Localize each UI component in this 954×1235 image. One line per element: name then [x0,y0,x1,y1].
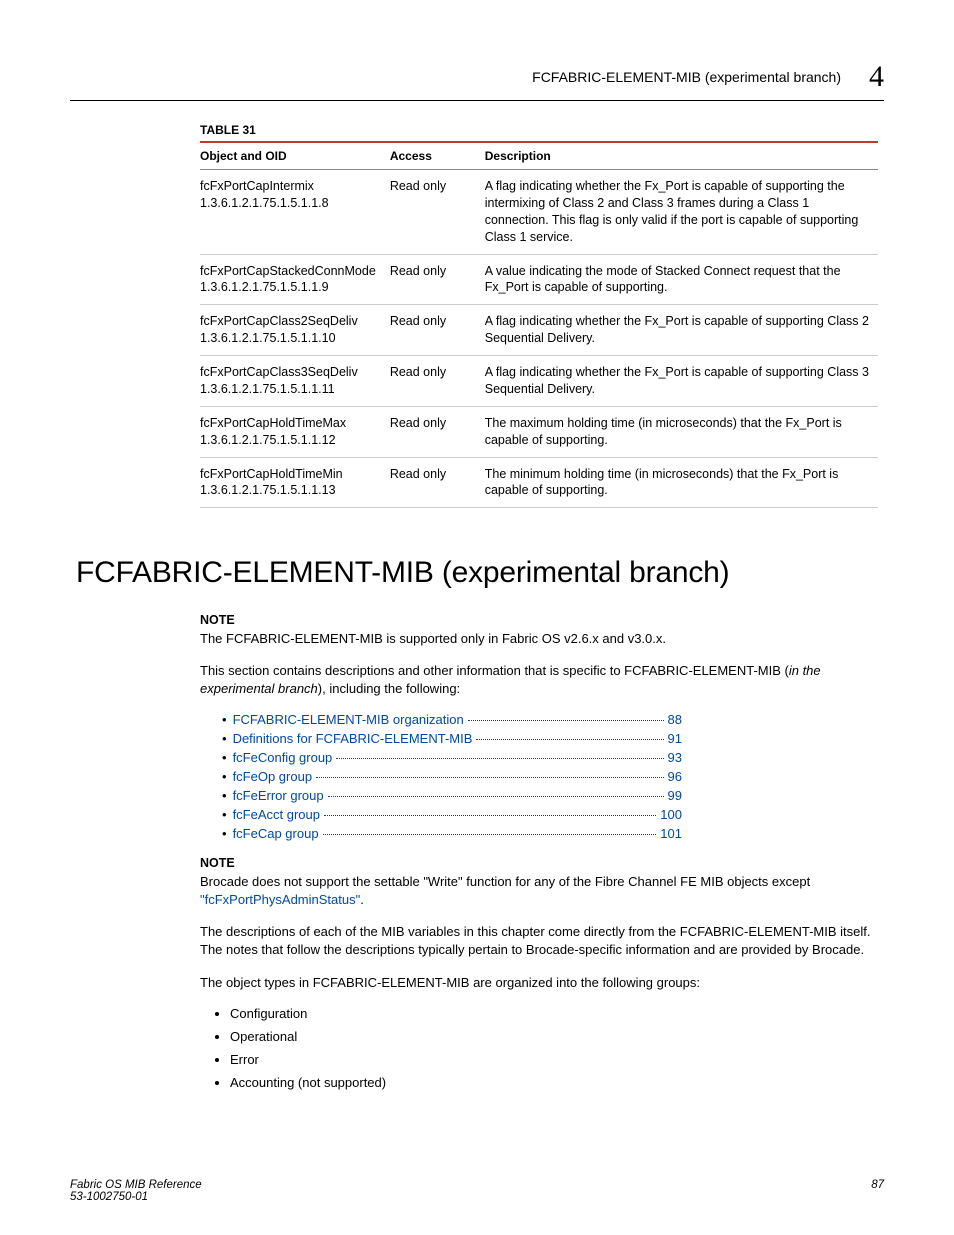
cell-description: A flag indicating whether the Fx_Port is… [485,305,878,356]
col-header-object: Object and OID [200,142,390,170]
toc-item: • fcFeConfig group 93 [222,750,682,765]
bullet: • [222,807,227,822]
list-item: Error [230,1052,878,1067]
toc-dots [328,796,664,797]
chapter-number: 4 [869,60,884,94]
table-row: fcFxPortCapClass3SeqDeliv1.3.6.1.2.1.75.… [200,356,878,407]
bullet: • [222,769,227,784]
note2-pre: Brocade does not support the settable "W… [200,874,810,889]
toc-item: • Definitions for FCFABRIC-ELEMENT-MIB 91 [222,731,682,746]
cell-description: A flag indicating whether the Fx_Port is… [485,170,878,255]
toc-page[interactable]: 88 [668,712,682,727]
note2-post: . [360,892,364,907]
table-row: fcFxPortCapIntermix1.3.6.1.2.1.75.1.5.1.… [200,170,878,255]
toc-link[interactable]: FCFABRIC-ELEMENT-MIB organization [233,712,464,727]
footer-page-number: 87 [871,1179,884,1203]
col-header-access: Access [390,142,485,170]
description-paragraph-1: The descriptions of each of the MIB vari… [200,923,878,959]
bullet: • [222,731,227,746]
intro-post: ), including the following: [318,681,460,696]
bullet: • [222,750,227,765]
toc-page[interactable]: 96 [668,769,682,784]
toc-item: • fcFeAcct group 100 [222,807,682,822]
section-body: NOTE The FCFABRIC-ELEMENT-MIB is support… [200,612,878,1090]
toc-page[interactable]: 100 [660,807,682,822]
toc-page[interactable]: 101 [660,826,682,841]
note-text: The FCFABRIC-ELEMENT-MIB is supported on… [200,631,666,646]
cell-object: fcFxPortCapIntermix1.3.6.1.2.1.75.1.5.1.… [200,170,390,255]
cell-access: Read only [390,356,485,407]
toc-dots [323,834,657,835]
toc-link[interactable]: fcFeOp group [233,769,313,784]
toc-dots [324,815,656,816]
toc-link[interactable]: fcFeAcct group [233,807,320,822]
intro-pre: This section contains descriptions and o… [200,663,789,678]
cell-description: The maximum holding time (in microsecond… [485,406,878,457]
toc-dots [476,739,663,740]
toc-item: • FCFABRIC-ELEMENT-MIB organization 88 [222,712,682,727]
cell-access: Read only [390,457,485,508]
cell-object: fcFxPortCapStackedConnMode1.3.6.1.2.1.75… [200,254,390,305]
bullet: • [222,826,227,841]
toc-dots [316,777,663,778]
cell-access: Read only [390,254,485,305]
intro-paragraph: This section contains descriptions and o… [200,662,878,698]
table-row: fcFxPortCapHoldTimeMax1.3.6.1.2.1.75.1.5… [200,406,878,457]
footer-left: Fabric OS MIB Reference 53-1002750-01 [70,1179,202,1203]
bullet: • [222,712,227,727]
mib-table: Object and OID Access Description fcFxPo… [200,141,878,508]
table-row: fcFxPortCapHoldTimeMin1.3.6.1.2.1.75.1.5… [200,457,878,508]
footer-doc-number: 53-1002750-01 [70,1191,148,1203]
toc-dots [336,758,663,759]
toc-page[interactable]: 91 [668,731,682,746]
toc-list: • FCFABRIC-ELEMENT-MIB organization 88 • Def… [222,712,878,841]
cell-description: A flag indicating whether the Fx_Port is… [485,356,878,407]
toc-page[interactable]: 93 [668,750,682,765]
table-row: fcFxPortCapStackedConnMode1.3.6.1.2.1.75… [200,254,878,305]
toc-item: • fcFeOp group 96 [222,769,682,784]
footer-doc-title: Fabric OS MIB Reference [70,1179,202,1191]
cell-object: fcFxPortCapClass3SeqDeliv1.3.6.1.2.1.75.… [200,356,390,407]
cell-access: Read only [390,406,485,457]
bullet: • [222,788,227,803]
toc-link[interactable]: fcFeCap group [233,826,319,841]
header-title: FCFABRIC-ELEMENT-MIB (experimental branc… [532,69,841,85]
groups-list: Configuration Operational Error Accounting … [230,1006,878,1090]
list-item: Operational [230,1029,878,1044]
section-heading: FCFABRIC-ELEMENT-MIB (experimental branc… [76,556,884,590]
list-item: Accounting (not supported) [230,1075,878,1090]
toc-link[interactable]: Definitions for FCFABRIC-ELEMENT-MIB [233,731,473,746]
note-block-1: NOTE The FCFABRIC-ELEMENT-MIB is support… [200,612,878,648]
note2-link[interactable]: "fcFxPortPhysAdminStatus" [200,892,360,907]
note-label: NOTE [200,855,878,873]
toc-link[interactable]: fcFeConfig group [233,750,333,765]
toc-page[interactable]: 99 [668,788,682,803]
cell-access: Read only [390,305,485,356]
toc-link[interactable]: fcFeError group [233,788,324,803]
description-paragraph-2: The object types in FCFABRIC-ELEMENT-MIB… [200,974,878,992]
note-block-2: NOTE Brocade does not support the settab… [200,855,878,909]
cell-description: A value indicating the mode of Stacked C… [485,254,878,305]
page-footer: Fabric OS MIB Reference 53-1002750-01 87 [70,1179,884,1203]
table-row: fcFxPortCapClass2SeqDeliv1.3.6.1.2.1.75.… [200,305,878,356]
main-content: TABLE 31 Object and OID Access Descripti… [200,123,878,508]
cell-object: fcFxPortCapClass2SeqDeliv1.3.6.1.2.1.75.… [200,305,390,356]
cell-object: fcFxPortCapHoldTimeMax1.3.6.1.2.1.75.1.5… [200,406,390,457]
cell-access: Read only [390,170,485,255]
col-header-description: Description [485,142,878,170]
cell-object: fcFxPortCapHoldTimeMin1.3.6.1.2.1.75.1.5… [200,457,390,508]
list-item: Configuration [230,1006,878,1021]
page-header: FCFABRIC-ELEMENT-MIB (experimental branc… [70,60,884,101]
note-label: NOTE [200,612,878,630]
table-label: TABLE 31 [200,123,878,137]
toc-dots [468,720,664,721]
toc-item: • fcFeError group 99 [222,788,682,803]
toc-item: • fcFeCap group 101 [222,826,682,841]
cell-description: The minimum holding time (in microsecond… [485,457,878,508]
